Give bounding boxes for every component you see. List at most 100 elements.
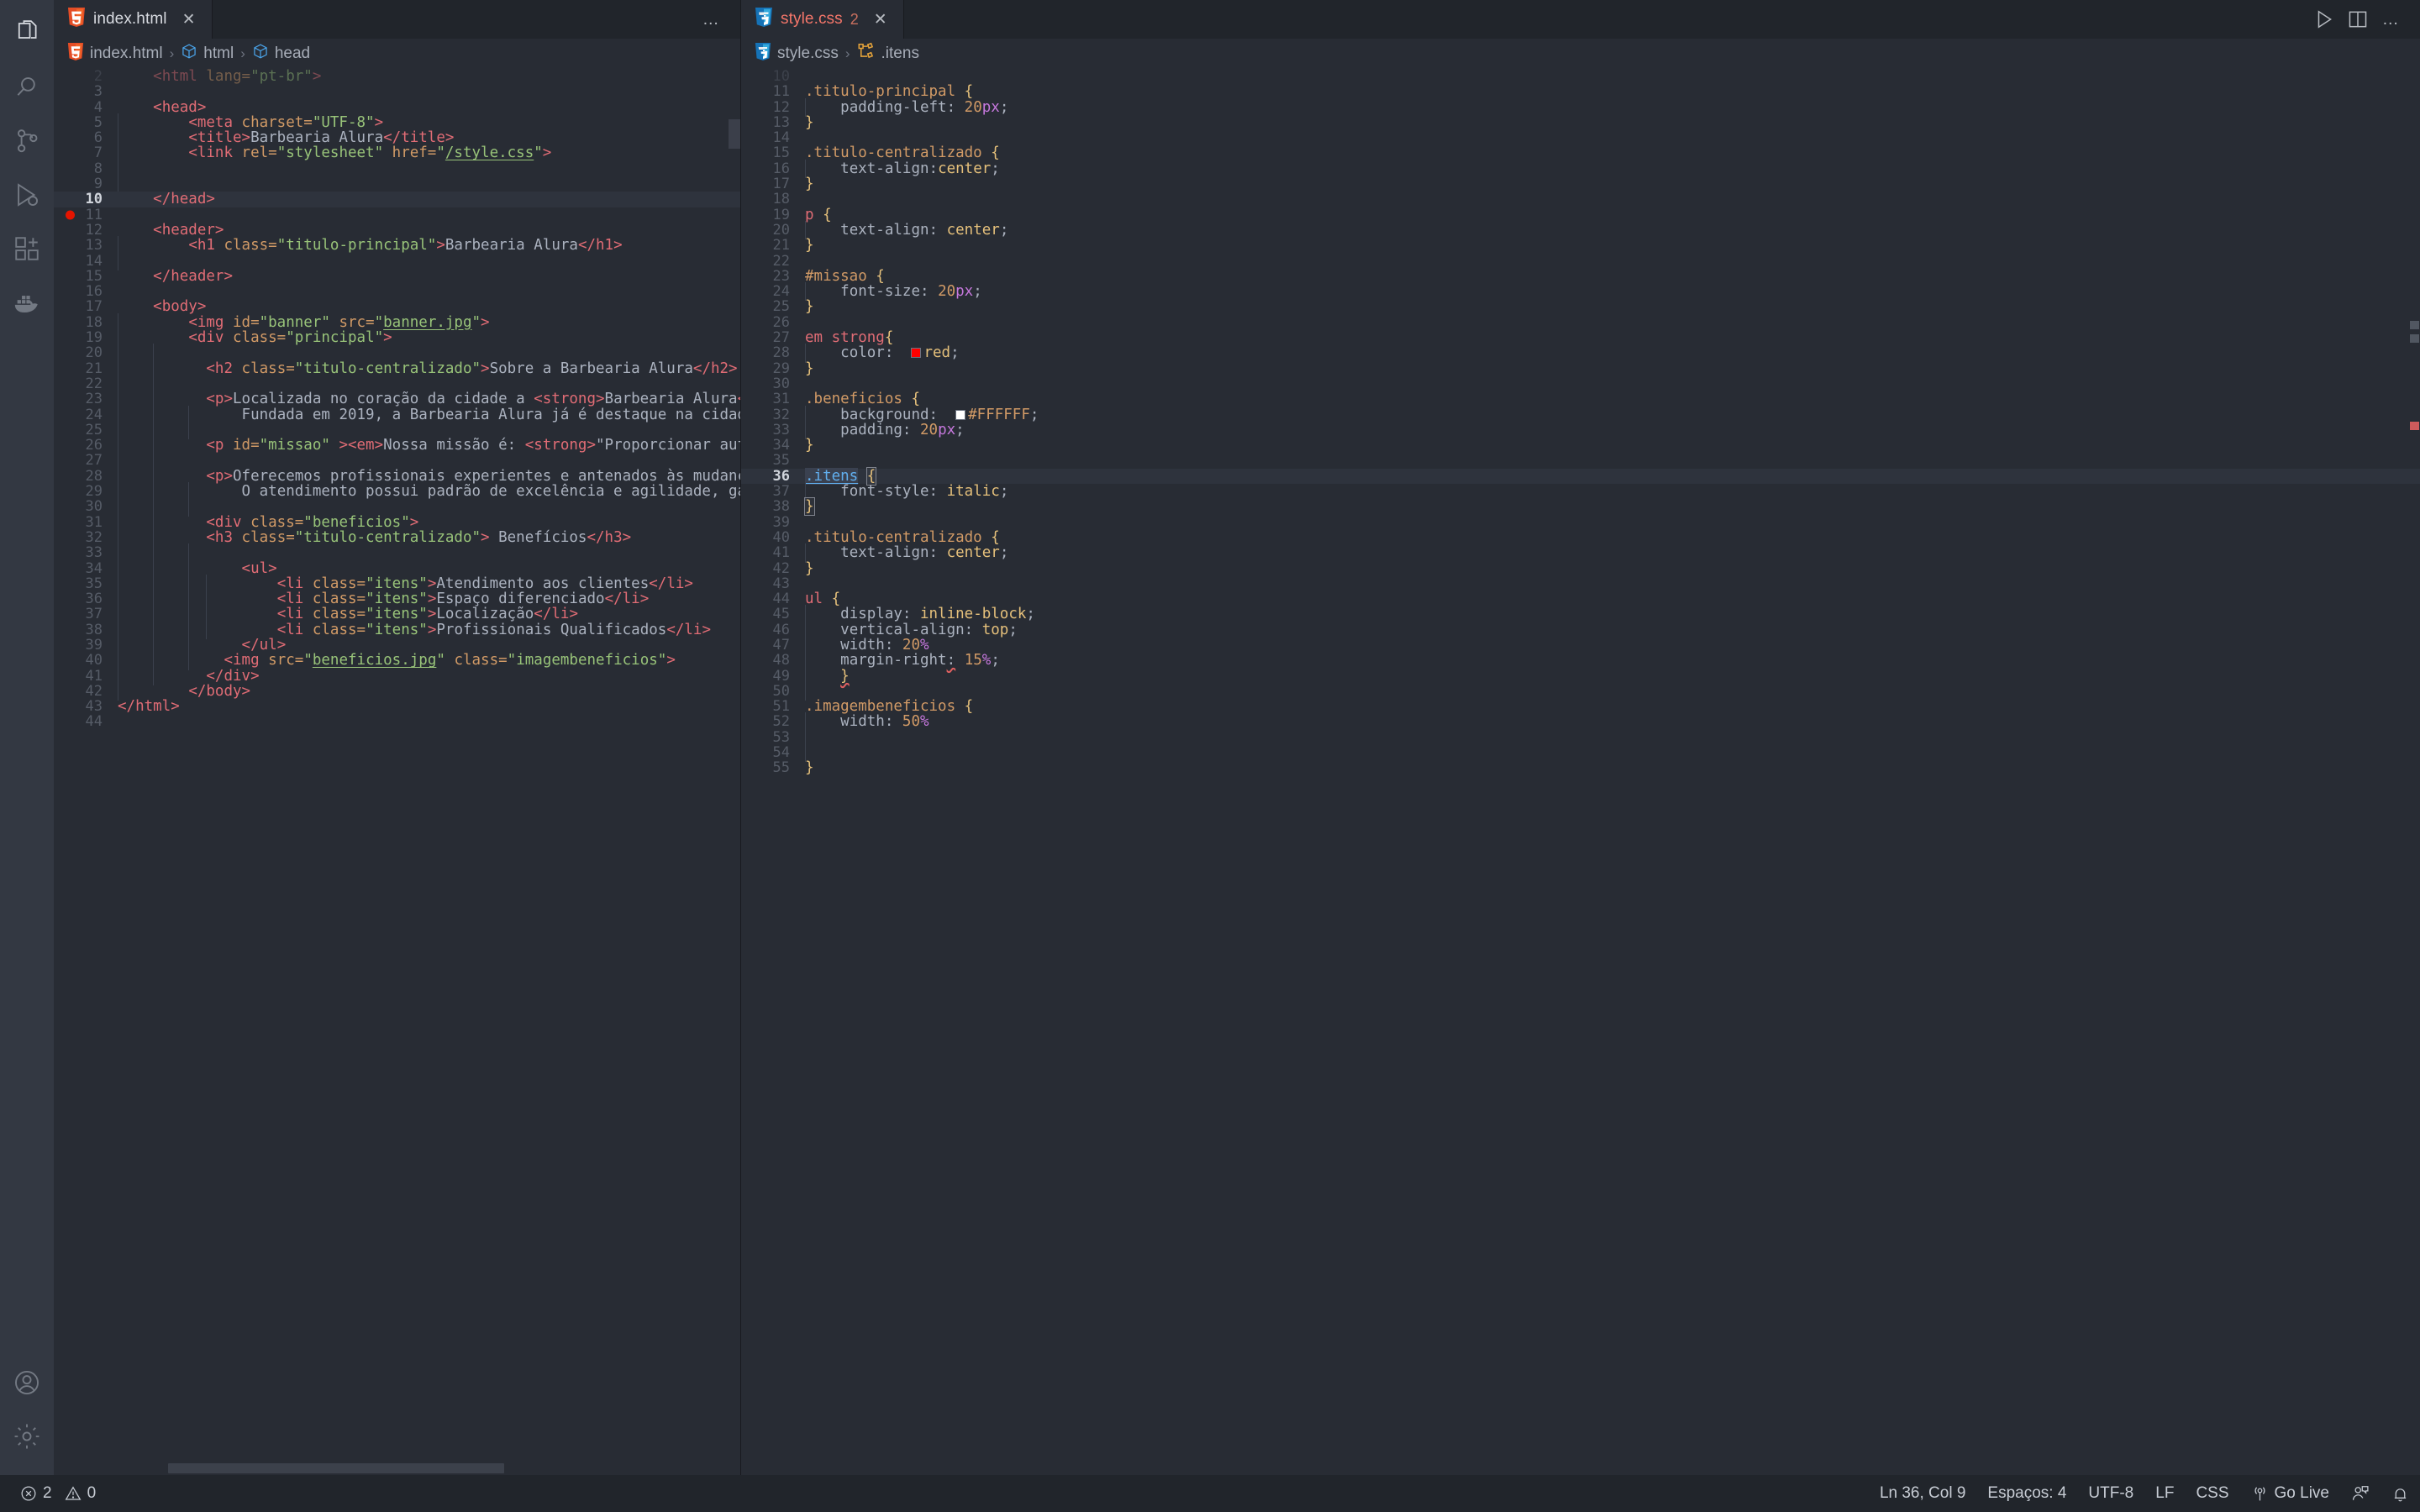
close-icon[interactable]: ✕ [178,8,200,30]
more-actions-icon[interactable]: … [697,0,727,39]
code-line[interactable]: 24 font-size: 20px; [741,282,2420,302]
color-swatch-icon[interactable] [955,409,966,420]
code-line[interactable]: 50 [741,681,2420,701]
run-code-icon[interactable] [2309,0,2339,39]
search-icon[interactable] [0,60,54,114]
code-line[interactable]: 30 [54,497,740,517]
breadcrumb-item-rule[interactable]: .itens [857,42,919,66]
code-line[interactable]: 10 </head> [54,192,740,207]
code-line[interactable]: 43 [741,575,2420,591]
code-line[interactable]: 27 em strong{ [741,330,2420,346]
code-line[interactable]: 3 [54,84,740,100]
code-line[interactable]: 8 [54,159,740,179]
code-line[interactable]: 47 width: 20% [741,635,2420,655]
breakpoint-icon[interactable] [66,210,75,220]
code-line[interactable]: 34} [741,438,2420,454]
code-line[interactable]: 14 [741,130,2420,146]
breadcrumb-item-file[interactable]: index.html [67,42,163,66]
code-line[interactable]: 33 padding: 20px; [741,420,2420,440]
code-line[interactable]: 24 Fundada em 2019, a Barbearia Alura já… [54,405,740,425]
source-control-icon[interactable] [0,114,54,168]
code-line[interactable]: 32 <h3 class="titulo-centralizado"> Bene… [54,528,740,548]
docker-icon[interactable] [0,276,54,329]
code-line[interactable]: 34 <ul> [54,559,740,579]
code-line[interactable]: 12 <header> [54,223,740,239]
code-line[interactable]: 31 .beneficios { [741,391,2420,407]
language-mode-status[interactable]: CSS [2185,1475,2239,1512]
code-line[interactable]: 12 padding-left: 20px; [741,97,2420,118]
code-line[interactable]: 18 <img id="banner" src="banner.jpg"> [54,312,740,333]
code-line[interactable]: 26 [741,314,2420,330]
code-line[interactable]: 29} [741,360,2420,376]
code-line[interactable]: 39 [741,514,2420,530]
breadcrumb-item-html[interactable]: html [181,43,234,65]
code-line[interactable]: 44 [54,714,740,730]
code-line[interactable]: 15 </header> [54,269,740,285]
code-line[interactable]: 16 text-align:center; [741,159,2420,179]
problems-status[interactable]: 2 0 [10,1475,106,1512]
code-line[interactable]: 35 <li class="itens">Atendimento aos cli… [54,574,740,594]
settings-gear-icon[interactable] [0,1410,54,1463]
code-line[interactable]: 26 <p id="missao" ><em>Nossa missão é: <… [54,436,740,455]
code-line[interactable]: 20 [54,344,740,363]
eol-status[interactable]: LF [2144,1475,2185,1512]
breadcrumb-item-file[interactable]: style.css [755,42,839,66]
code-line[interactable]: 40 .titulo-centralizado { [741,530,2420,546]
code-line[interactable]: 10 [741,69,2420,84]
code-line[interactable]: 11 .titulo-principal { [741,84,2420,100]
code-line[interactable]: 54 [741,743,2420,763]
code-line[interactable]: 40 <img src="beneficios.jpg" class="imag… [54,651,740,670]
code-line[interactable]: 49 } [741,666,2420,686]
code-line[interactable]: 43 </html> [54,699,740,715]
code-line[interactable]: 15 .titulo-centralizado { [741,145,2420,161]
code-line[interactable]: 23 #missao { [741,269,2420,285]
code-line[interactable]: 25} [741,299,2420,315]
code-line[interactable]: 16 [54,284,740,300]
indentation-status[interactable]: Espaços: 4 [1976,1475,2077,1512]
explorer-icon[interactable] [0,7,54,60]
color-swatch-icon[interactable] [911,348,922,359]
notifications-bell-icon[interactable] [2381,1475,2420,1512]
code-line[interactable]: 39 </ul> [54,635,740,655]
code-line[interactable]: 35 [741,453,2420,469]
code-line[interactable]: 13 <h1 class="titulo-principal">Barbeari… [54,236,740,255]
code-line[interactable]: 19 <div class="principal"> [54,328,740,348]
code-line[interactable]: 7 <link rel="stylesheet" href="/style.cs… [54,144,740,164]
code-line[interactable]: 6 <title>Barbearia Alura</title> [54,129,740,148]
code-line[interactable]: 18 [741,192,2420,207]
code-line[interactable]: 44 ul { [741,591,2420,607]
code-line[interactable]: 23 <p>Localizada no coração da cidade a … [54,390,740,409]
split-editor-icon[interactable] [2343,0,2373,39]
code-line[interactable]: 55} [741,760,2420,776]
code-editor-style-css[interactable]: 10 11 .titulo-principal {12 padding-left: … [741,69,2420,1475]
code-line[interactable]: 38} [741,497,2420,517]
code-line[interactable]: 22 [741,253,2420,269]
code-line[interactable]: 28 color: red; [741,344,2420,363]
code-line[interactable]: 41 </div> [54,666,740,686]
code-line[interactable]: 41 text-align: center; [741,543,2420,563]
vertical-scrollbar-right[interactable] [2408,69,2420,1475]
code-line[interactable]: 11 [54,207,740,223]
code-line[interactable]: 17} [741,176,2420,192]
cursor-position[interactable]: Ln 36, Col 9 [1869,1475,1976,1512]
go-live-button[interactable]: Go Live [2240,1475,2340,1512]
code-line[interactable]: 14 [54,251,740,271]
code-line[interactable]: 4 <head> [54,99,740,115]
code-line[interactable]: 52 width: 50% [741,712,2420,732]
scrollbar-thumb[interactable] [168,1463,504,1473]
code-line[interactable]: 29 O atendimento possui padrão de excelê… [54,481,740,501]
code-line[interactable]: 30 [741,376,2420,392]
code-line[interactable]: 27 [54,451,740,471]
code-line[interactable]: 9 [54,175,740,194]
code-line[interactable]: 37 <li class="itens">Localização</li> [54,605,740,625]
code-line[interactable]: 13} [741,115,2420,131]
tab-index-html[interactable]: index.html ✕ [54,0,213,39]
code-line[interactable]: 42 </body> [54,681,740,701]
code-line[interactable]: 48 margin-right: 15%; [741,651,2420,670]
code-line[interactable]: 22 [54,374,740,394]
extensions-icon[interactable] [0,222,54,276]
code-line[interactable]: 19 p { [741,207,2420,223]
horizontal-scrollbar-left[interactable] [118,1463,729,1475]
code-line[interactable]: 5 <meta charset="UTF-8"> [54,113,740,133]
code-line[interactable]: 51 .imagembeneficios { [741,699,2420,715]
